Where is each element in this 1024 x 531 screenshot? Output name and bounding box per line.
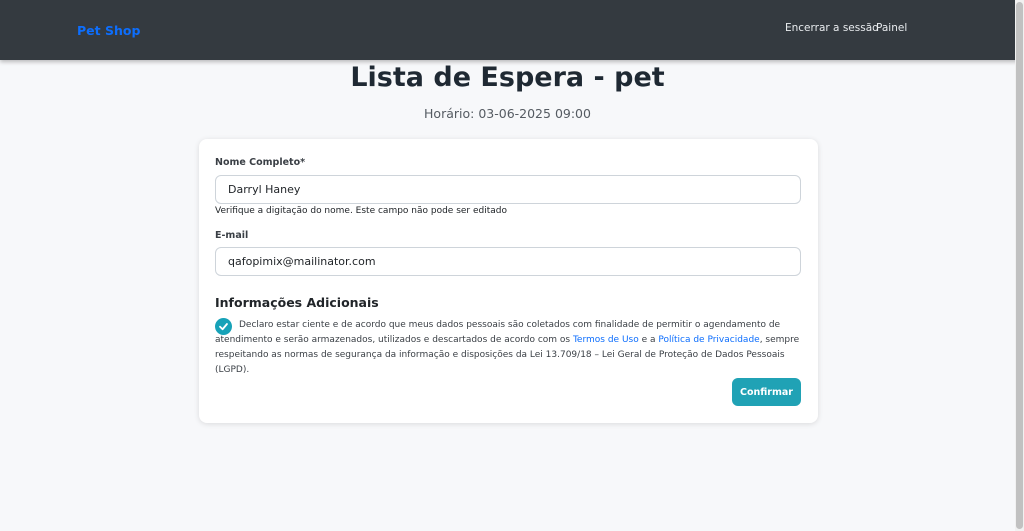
check-icon xyxy=(219,323,228,331)
additional-info-title: Informações Adicionais xyxy=(215,295,379,310)
terms-link[interactable]: Termos de Uso xyxy=(573,335,639,345)
privacy-link[interactable]: Política de Privacidade xyxy=(658,335,759,345)
confirm-button[interactable]: Confirmar xyxy=(732,378,801,406)
scrollbar[interactable] xyxy=(1015,0,1024,531)
scrollbar-thumb[interactable] xyxy=(1016,2,1023,529)
page-title: Lista de Espera - pet xyxy=(350,62,665,93)
waitlist-form-card: Nome Completo* Verifique a digitação do … xyxy=(199,139,818,423)
brand-link[interactable]: Pet Shop xyxy=(77,23,140,38)
email-field[interactable] xyxy=(215,247,801,276)
logout-link[interactable]: Encerrar a sessão xyxy=(785,22,879,34)
name-label: Nome Completo* xyxy=(215,157,306,168)
schedule-text: Horário: 03-06-2025 09:00 xyxy=(424,106,591,121)
consent-text: Declaro estar ciente e de acordo que meu… xyxy=(215,318,805,378)
panel-link[interactable]: Painel xyxy=(876,22,907,34)
consent-checkbox[interactable] xyxy=(215,318,232,335)
consent-text-part2: e a xyxy=(638,335,659,345)
name-help-text: Verifique a digitação do nome. Este camp… xyxy=(215,206,508,216)
name-field[interactable] xyxy=(215,175,801,204)
email-label: E-mail xyxy=(215,230,249,241)
navbar: Pet Shop Encerrar a sessão Painel xyxy=(0,0,1024,60)
